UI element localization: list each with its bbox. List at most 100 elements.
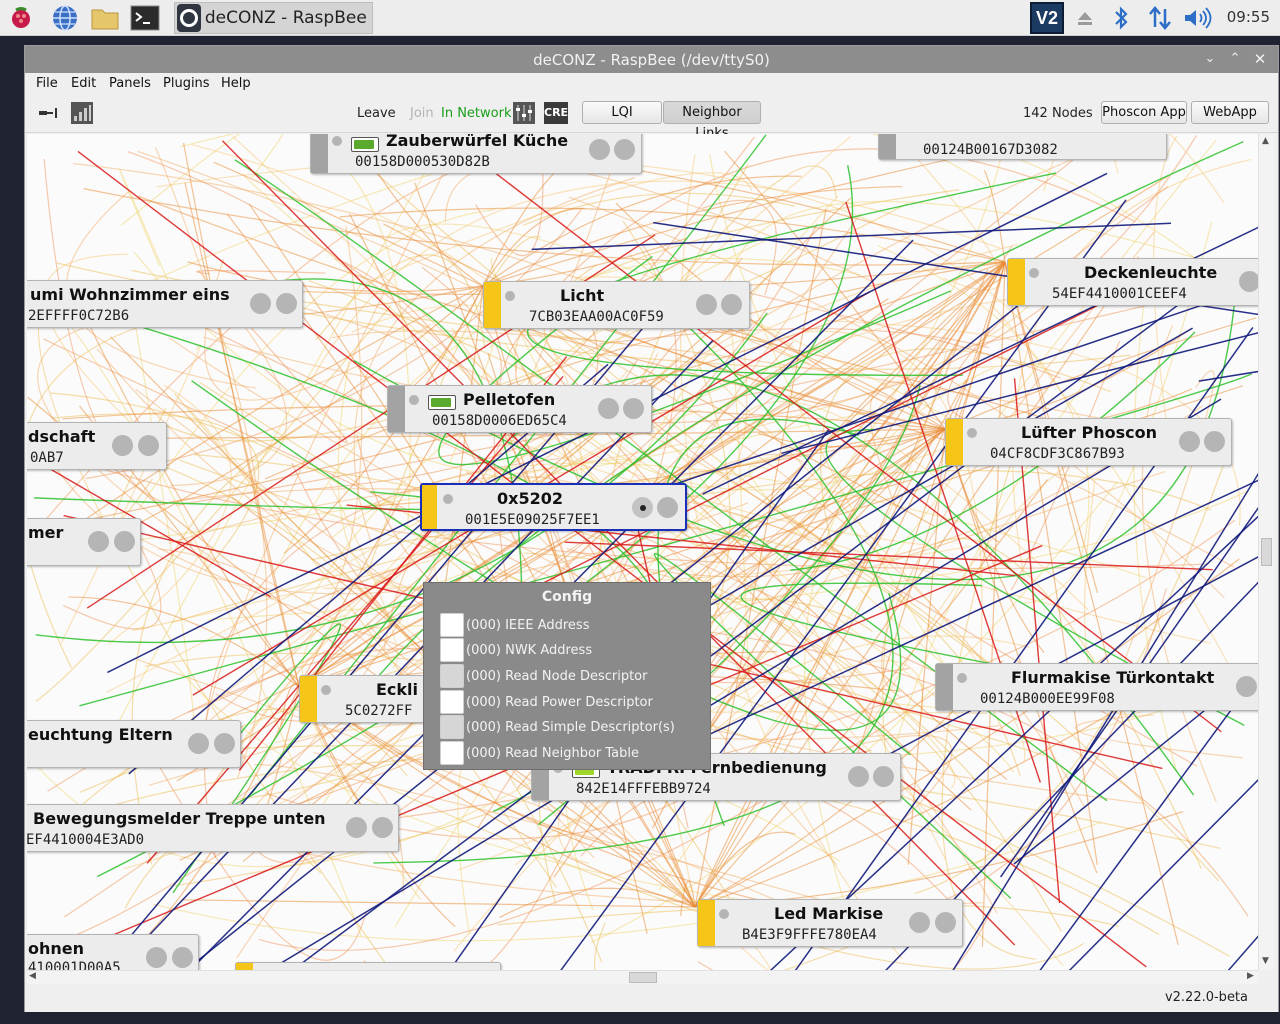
node-port-in[interactable] — [1239, 271, 1258, 292]
menu-plugins[interactable]: Plugins — [163, 76, 210, 91]
leave-button[interactable]: Leave — [357, 106, 396, 121]
node-status-dot[interactable] — [967, 428, 977, 438]
node-port-out[interactable] — [276, 293, 297, 314]
checkbox[interactable] — [440, 613, 464, 637]
node-zauberwuerfel-kueche[interactable]: Zauberwürfel Küche 00158D000530D82B — [310, 134, 642, 174]
checkbox[interactable] — [440, 741, 464, 765]
close-icon[interactable]: ✕ — [1251, 50, 1269, 68]
network-icon[interactable] — [1146, 2, 1174, 34]
node-status-dot[interactable] — [321, 685, 331, 695]
node-port-out[interactable] — [657, 497, 678, 518]
node-status-dot[interactable] — [957, 673, 967, 683]
node-port-in[interactable] — [1236, 676, 1257, 697]
window-titlebar[interactable]: deCONZ - RaspBee (/dev/ttyS0) ⌄ ⌃ ✕ — [25, 46, 1278, 73]
signal-bars-icon[interactable] — [71, 102, 93, 124]
scroll-right-icon[interactable]: ▶ — [1247, 971, 1254, 981]
node-port-in[interactable] — [188, 733, 209, 754]
browser-globe-icon[interactable] — [50, 3, 80, 33]
network-canvas[interactable]: Zauberwürfel Küche 00158D000530D82B 0012… — [27, 134, 1258, 970]
join-button[interactable]: Join — [410, 106, 434, 121]
phoscon-app-button[interactable]: Phoscon App — [1101, 101, 1187, 124]
menu-help[interactable]: Help — [221, 76, 251, 91]
vnc-icon[interactable]: V2 — [1030, 2, 1064, 34]
node-port-in[interactable] — [250, 293, 271, 314]
node-deckenleuchte[interactable]: Deckenleuchte 54EF4410001CEEF4 — [1007, 258, 1258, 306]
node-mer[interactable]: mer — [27, 518, 141, 566]
vertical-scroll-thumb[interactable] — [1261, 538, 1272, 566]
scroll-up-icon[interactable]: ▲ — [1262, 136, 1269, 146]
connection-icon[interactable] — [37, 107, 59, 129]
node-port-in-active[interactable] — [632, 497, 653, 518]
vertical-scrollbar[interactable]: ▲ ▼ — [1258, 134, 1274, 970]
checkbox[interactable] — [440, 690, 464, 714]
taskbar-deconz-task[interactable]: deCONZ - RaspBee (/... — [174, 2, 373, 34]
raspberry-menu-icon[interactable] — [6, 3, 36, 33]
bluetooth-icon[interactable] — [1108, 2, 1134, 34]
node-port-in[interactable] — [848, 766, 869, 787]
menu-item-ieee-address[interactable]: (000) IEEE Address — [440, 613, 589, 637]
node-port-in[interactable] — [598, 398, 619, 419]
node-dschaft[interactable]: dschaft 0AB7 — [27, 422, 167, 470]
node-port-out[interactable] — [114, 531, 135, 552]
node-port-out[interactable] — [935, 912, 956, 933]
node-port-in[interactable] — [696, 294, 717, 315]
node-port-out[interactable] — [614, 139, 635, 160]
node-luefter-phoscon[interactable]: Lüfter Phoscon 04CF8CDF3C867B93 — [945, 418, 1232, 466]
menu-item-read-node-descriptor[interactable]: (000) Read Node Descriptor — [440, 664, 647, 688]
node-port-in[interactable] — [146, 947, 167, 968]
terminal-icon[interactable] — [130, 3, 160, 33]
chevron-down-icon[interactable]: ⌄ — [1201, 50, 1219, 68]
eject-icon[interactable] — [1072, 2, 1098, 34]
horizontal-scroll-thumb[interactable] — [629, 972, 657, 983]
node-beleuchtung-eltern[interactable]: euchtung Eltern — [27, 720, 241, 768]
menu-item-read-simple-descriptors[interactable]: (000) Read Simple Descriptor(s) — [440, 715, 675, 739]
node-pelletofen[interactable]: Pelletofen 00158D0006ED65C4 — [387, 385, 652, 433]
node-port-out[interactable] — [214, 733, 235, 754]
node-status-dot[interactable] — [1029, 268, 1039, 278]
node-0x5202-selected[interactable]: 0x5202 001E5E09025F7EE1 — [420, 483, 687, 531]
node-partial-bottom[interactable] — [235, 962, 501, 970]
node-port-in[interactable] — [88, 531, 109, 552]
file-manager-icon[interactable] — [90, 3, 120, 33]
node-port-out[interactable] — [623, 398, 644, 419]
node-port-in[interactable] — [589, 139, 610, 160]
node-bewegungsmelder-treppe-unten[interactable]: Bewegungsmelder Treppe unten EF4410004E3… — [27, 804, 399, 852]
node-status-dot[interactable] — [505, 291, 515, 301]
webapp-button[interactable]: WebApp — [1191, 101, 1269, 124]
node-00124b00167d3082[interactable]: 00124B00167D3082 — [878, 134, 1167, 160]
node-port-out[interactable] — [372, 817, 393, 838]
node-status-dot[interactable] — [719, 909, 729, 919]
node-port-out[interactable] — [138, 435, 159, 456]
node-port-out[interactable] — [1204, 431, 1225, 452]
checkbox[interactable] — [440, 715, 464, 739]
node-port-out[interactable] — [873, 766, 894, 787]
node-led-markise[interactable]: Led Markise B4E3F9FFFE780EA4 — [697, 899, 963, 947]
node-ohnen[interactable]: ohnen 410001D00A5 — [27, 934, 199, 970]
neighbor-links-button[interactable]: Neighbor Links — [663, 101, 761, 141]
menu-panels[interactable]: Panels — [109, 76, 151, 91]
node-status-dot[interactable] — [443, 494, 453, 504]
scroll-left-icon[interactable]: ◀ — [29, 971, 36, 981]
chevron-up-icon[interactable]: ⌃ — [1226, 50, 1244, 68]
cre-button[interactable]: CRE — [544, 102, 568, 124]
menu-item-read-power-descriptor[interactable]: (000) Read Power Descriptor — [440, 690, 653, 714]
menu-file[interactable]: File — [36, 76, 58, 91]
node-port-in[interactable] — [346, 817, 367, 838]
node-port-in[interactable] — [1179, 431, 1200, 452]
menu-item-read-neighbor-table[interactable]: (000) Read Neighbor Table — [440, 741, 639, 765]
lqi-button[interactable]: LQI — [582, 101, 662, 124]
volume-icon[interactable] — [1182, 2, 1214, 34]
node-status-dot[interactable] — [409, 395, 419, 405]
checkbox[interactable] — [440, 664, 464, 688]
menu-item-nwk-address[interactable]: (000) NWK Address — [440, 638, 592, 662]
node-port-in[interactable] — [112, 435, 133, 456]
node-port-in[interactable] — [909, 912, 930, 933]
node-licht[interactable]: Licht 7CB03EAA00AC0F59 — [483, 281, 750, 329]
node-port-out[interactable] — [721, 294, 742, 315]
node-flurmakise-tuerkontakt[interactable]: Flurmakise Türkontakt 00124B000EE99F08 — [935, 663, 1258, 711]
node-status-dot[interactable] — [332, 136, 342, 146]
menu-edit[interactable]: Edit — [71, 76, 96, 91]
checkbox[interactable] — [440, 638, 464, 662]
scroll-down-icon[interactable]: ▼ — [1262, 956, 1269, 966]
sliders-icon[interactable] — [513, 102, 535, 124]
